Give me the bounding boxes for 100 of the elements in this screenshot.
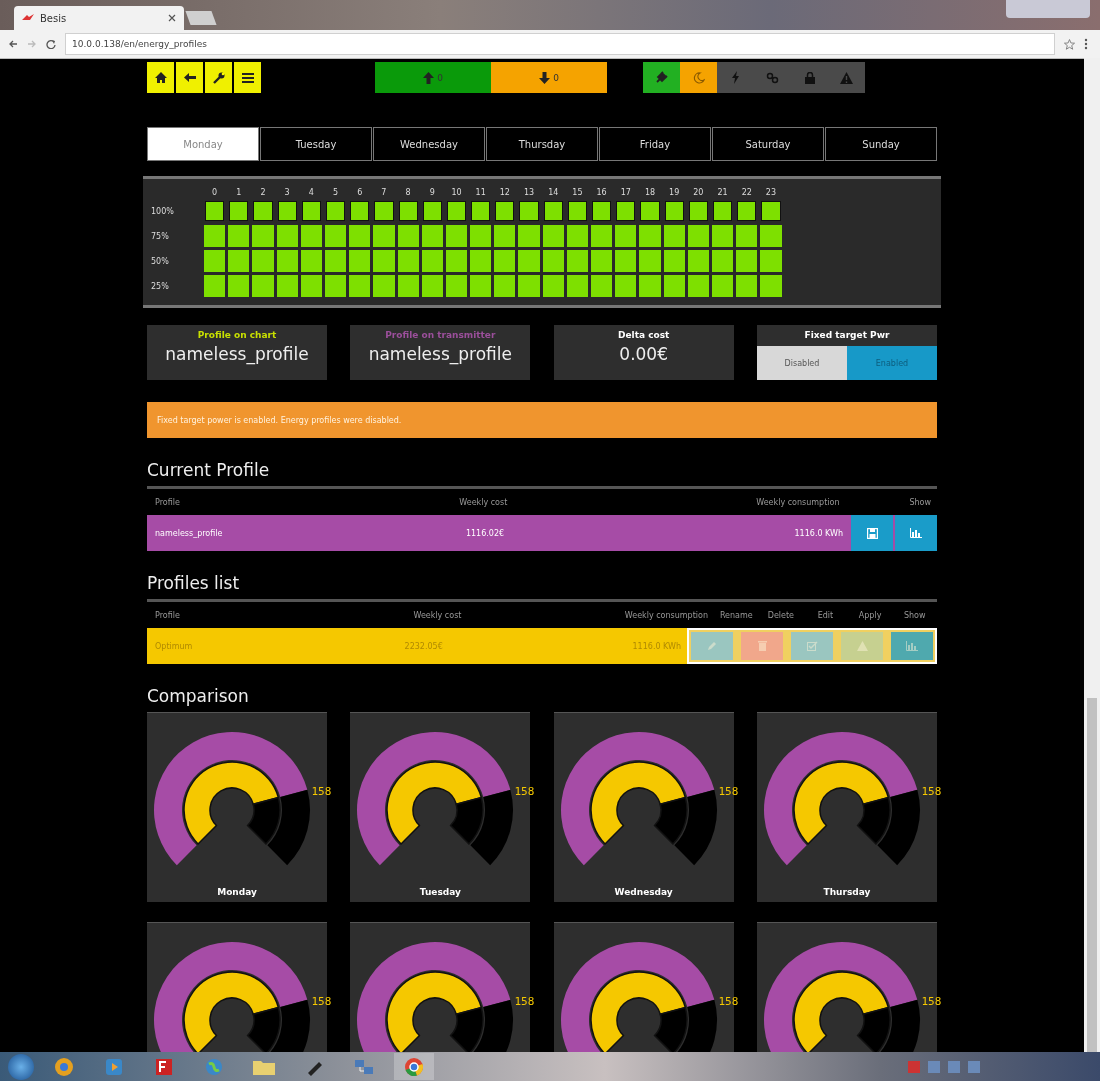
hour-cell[interactable] xyxy=(324,250,347,272)
hour-cell[interactable] xyxy=(421,275,443,297)
hour-cell[interactable] xyxy=(326,202,345,220)
hour-cell[interactable] xyxy=(687,225,709,247)
home-button[interactable] xyxy=(147,62,174,93)
hour-cell[interactable] xyxy=(324,225,347,247)
hour-cell[interactable] xyxy=(566,225,588,247)
hour-cell[interactable] xyxy=(470,225,492,247)
hour-cell[interactable] xyxy=(760,275,782,297)
hour-cell[interactable] xyxy=(252,275,274,297)
new-tab-button[interactable] xyxy=(185,11,217,25)
hour-cell[interactable] xyxy=(206,202,224,220)
hour-cell[interactable] xyxy=(252,250,274,272)
hour-cell[interactable] xyxy=(494,250,516,272)
day-tab[interactable]: Saturday xyxy=(712,127,824,161)
hour-cell[interactable] xyxy=(278,202,296,220)
day-tab[interactable]: Wednesday xyxy=(373,127,485,161)
hour-cell[interactable] xyxy=(373,225,395,247)
hour-cell[interactable] xyxy=(421,250,443,272)
reload-icon[interactable] xyxy=(46,39,56,49)
hour-cell[interactable] xyxy=(639,250,661,272)
hour-cell[interactable] xyxy=(276,250,298,272)
hour-cell[interactable] xyxy=(445,225,468,247)
scrollbar[interactable] xyxy=(1084,58,1100,1052)
hour-cell[interactable] xyxy=(663,250,685,272)
hour-cell[interactable] xyxy=(617,202,635,220)
hour-cell[interactable] xyxy=(445,250,468,272)
toggle-option[interactable]: Disabled xyxy=(757,346,847,380)
day-tab[interactable]: Tuesday xyxy=(260,127,372,161)
hour-cell[interactable] xyxy=(568,202,586,220)
hour-cell[interactable] xyxy=(711,275,734,297)
hour-cell[interactable] xyxy=(762,202,780,220)
star-icon[interactable] xyxy=(1064,38,1075,50)
hour-cell[interactable] xyxy=(736,225,758,247)
hour-cell[interactable] xyxy=(760,225,782,247)
menu-button[interactable] xyxy=(234,62,261,93)
hour-cell[interactable] xyxy=(397,250,419,272)
settings-button[interactable] xyxy=(205,62,232,93)
hour-cell[interactable] xyxy=(566,275,588,297)
hour-cell[interactable] xyxy=(276,275,298,297)
hour-cell[interactable] xyxy=(615,275,637,297)
close-icon[interactable] xyxy=(168,14,176,22)
hour-cell[interactable] xyxy=(544,202,562,220)
hour-cell[interactable] xyxy=(300,275,322,297)
hour-cell[interactable] xyxy=(228,225,250,247)
hour-cell[interactable] xyxy=(591,250,613,272)
hour-cell[interactable] xyxy=(496,202,514,220)
hour-cell[interactable] xyxy=(542,250,564,272)
hour-cell[interactable] xyxy=(615,250,637,272)
hour-cell[interactable] xyxy=(713,202,732,220)
browser-tab[interactable]: Besis xyxy=(14,6,184,30)
hour-cell[interactable] xyxy=(542,275,564,297)
hour-cell[interactable] xyxy=(494,275,516,297)
hour-cell[interactable] xyxy=(518,275,540,297)
menu-icon[interactable] xyxy=(1084,38,1088,50)
hour-cell[interactable] xyxy=(593,202,611,220)
hour-cell[interactable] xyxy=(591,275,613,297)
hour-cell[interactable] xyxy=(711,250,734,272)
hour-cell[interactable] xyxy=(494,225,516,247)
profile-row[interactable]: nameless_profile 1116.02€ 1116.0 KWh xyxy=(147,515,937,551)
hour-cell[interactable] xyxy=(300,225,322,247)
back-icon[interactable] xyxy=(8,39,18,49)
hour-cell[interactable] xyxy=(351,202,369,220)
hour-cell[interactable] xyxy=(349,225,371,247)
hour-cell[interactable] xyxy=(470,275,492,297)
hour-cell[interactable] xyxy=(566,250,588,272)
hour-cell[interactable] xyxy=(663,275,685,297)
hour-cell[interactable] xyxy=(689,202,707,220)
hour-cell[interactable] xyxy=(399,202,417,220)
hour-cell[interactable] xyxy=(276,225,298,247)
hour-cell[interactable] xyxy=(615,225,637,247)
hour-cell[interactable] xyxy=(204,250,226,272)
back-button[interactable] xyxy=(176,62,203,93)
hour-cell[interactable] xyxy=(423,202,441,220)
hour-cell[interactable] xyxy=(520,202,538,220)
day-tab[interactable]: Friday xyxy=(599,127,711,161)
plug-icon[interactable] xyxy=(643,62,680,93)
hour-cell[interactable] xyxy=(230,202,248,220)
hour-cell[interactable] xyxy=(472,202,490,220)
hour-cell[interactable] xyxy=(760,250,782,272)
hour-cell[interactable] xyxy=(375,202,393,220)
hour-cell[interactable] xyxy=(736,250,758,272)
chart-button[interactable] xyxy=(895,515,937,551)
hour-cell[interactable] xyxy=(300,250,322,272)
address-field[interactable]: 10.0.0.138/en/energy_profiles xyxy=(65,33,1055,55)
hour-cell[interactable] xyxy=(687,275,709,297)
hour-cell[interactable] xyxy=(397,275,419,297)
hour-cell[interactable] xyxy=(228,250,250,272)
hour-cell[interactable] xyxy=(663,225,685,247)
day-tab[interactable]: Monday xyxy=(147,127,259,161)
hour-cell[interactable] xyxy=(421,225,443,247)
hour-cell[interactable] xyxy=(641,202,659,220)
hour-cell[interactable] xyxy=(518,225,540,247)
hour-cell[interactable] xyxy=(639,275,661,297)
hour-cell[interactable] xyxy=(397,225,419,247)
hour-cell[interactable] xyxy=(204,225,226,247)
hour-cell[interactable] xyxy=(711,225,734,247)
hour-cell[interactable] xyxy=(665,202,683,220)
hour-cell[interactable] xyxy=(373,275,395,297)
day-tab[interactable]: Thursday xyxy=(486,127,598,161)
